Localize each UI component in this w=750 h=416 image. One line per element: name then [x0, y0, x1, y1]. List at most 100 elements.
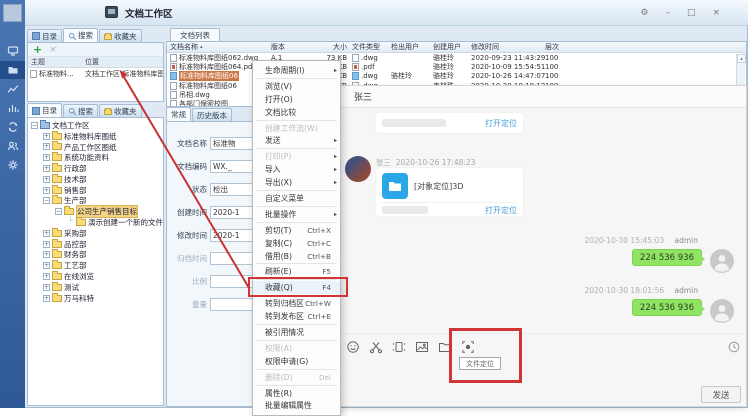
context-menu-item[interactable]: 收藏(Q) F4 — [253, 281, 340, 294]
context-menu-item[interactable] — [256, 295, 337, 296]
emoji-icon[interactable] — [346, 339, 360, 353]
tab-favorites[interactable]: 收藏夹 — [99, 29, 142, 42]
tree-expander-icon[interactable]: + — [43, 230, 50, 237]
file-locate-icon[interactable] — [461, 339, 475, 353]
trend-chart-icon[interactable] — [0, 80, 25, 98]
context-menu-item[interactable] — [256, 190, 337, 191]
context-menu-item[interactable] — [256, 263, 337, 264]
context-menu-item[interactable] — [256, 148, 337, 149]
tree-expander-icon[interactable]: + — [43, 251, 50, 258]
context-menu-item[interactable]: 权限申请(G) — [253, 355, 340, 368]
tree-item[interactable]: + 销售部 — [28, 185, 163, 196]
context-menu-item[interactable]: 打印(P) ▸ — [253, 150, 340, 163]
context-menu-item[interactable]: 复制(C) Ctrl+C — [253, 237, 340, 250]
history-clock-icon[interactable] — [728, 338, 740, 350]
context-menu-item[interactable] — [256, 78, 337, 79]
message-bubble[interactable]: 224 536 936 — [632, 299, 702, 316]
tree-item[interactable]: + 标准物料库图纸 — [28, 131, 163, 142]
context-menu-item[interactable] — [256, 369, 337, 370]
tab-directory[interactable]: 目录 — [27, 103, 62, 117]
tab-directory[interactable]: 目录 — [27, 29, 62, 42]
file-message-card[interactable]: [对象定位]3D 打开定位 — [376, 168, 523, 216]
close-button[interactable]: × — [712, 8, 720, 18]
tree-expander-icon[interactable]: + — [43, 133, 50, 140]
add-button[interactable]: + — [33, 45, 42, 55]
context-menu-item[interactable]: 浏览(V) — [253, 80, 340, 93]
tree-item[interactable]: + 系统功能资料 — [28, 152, 163, 163]
tree-expander-icon[interactable]: + — [43, 295, 50, 302]
context-menu-item[interactable]: 剪切(T) Ctrl+X — [253, 224, 340, 237]
tab-general[interactable]: 常规 — [166, 107, 191, 121]
send-button[interactable]: 发送 — [701, 386, 741, 403]
open-location-link[interactable]: 打开定位 — [485, 118, 517, 129]
context-menu-item[interactable]: 删除(D) Del — [253, 371, 340, 384]
context-menu-item[interactable]: 发送 ▸ — [253, 134, 340, 147]
tree-expander-icon[interactable]: └ — [67, 219, 74, 226]
tree-expander-icon[interactable]: + — [43, 143, 50, 150]
screenshot-scissors-icon[interactable] — [369, 339, 383, 353]
message-bubble[interactable]: 224 536 936 — [632, 249, 702, 266]
context-menu-item[interactable] — [256, 279, 337, 280]
open-location-link[interactable]: 打开定位 — [485, 205, 517, 216]
context-menu-item[interactable]: 批量编辑属性 — [253, 399, 340, 412]
context-menu-item[interactable]: 权限(A) — [253, 342, 340, 355]
sync-icon[interactable] — [0, 118, 25, 136]
tree-item[interactable]: + 万马科特 — [28, 293, 163, 304]
file-folder-icon[interactable] — [438, 339, 452, 353]
tree-expander-icon[interactable]: + — [43, 262, 50, 269]
tree-expander-icon[interactable]: + — [43, 165, 50, 172]
context-menu-item[interactable]: 创建工作流(W) — [253, 122, 340, 135]
context-menu-item[interactable]: 批量操作 ▸ — [253, 208, 340, 221]
search-result-row[interactable]: 标准物料... 文档工作区\标准物料库图 — [28, 68, 163, 80]
bar-chart-icon[interactable] — [0, 99, 25, 117]
delete-button[interactable]: × — [49, 45, 57, 55]
context-menu-item[interactable]: 文档比较 — [253, 106, 340, 119]
tree-item[interactable]: └ 演示创建一个新的文件夹 — [28, 217, 163, 228]
tree-expander-icon[interactable]: − — [31, 122, 38, 129]
context-menu-item[interactable]: 导出(X) ▸ — [253, 176, 340, 189]
tree-expander-icon[interactable]: + — [43, 187, 50, 194]
window-shake-icon[interactable] — [392, 339, 406, 353]
tree-item[interactable]: + 行政部 — [28, 163, 163, 174]
context-menu-item[interactable] — [256, 222, 337, 223]
context-menu-item[interactable] — [256, 206, 337, 207]
tree-expander-icon[interactable]: + — [43, 284, 50, 291]
context-menu-item[interactable]: 刷新(E) F5 — [253, 265, 340, 278]
context-menu-item[interactable]: 被引用情况 — [253, 326, 340, 339]
context-menu-item[interactable] — [256, 385, 337, 386]
tree-item[interactable]: + 技术部 — [28, 174, 163, 185]
tree-item[interactable]: − 公司生产销售目标 — [28, 206, 163, 217]
maximize-button[interactable]: □ — [687, 8, 696, 18]
context-menu-item[interactable] — [256, 340, 337, 341]
context-menu-item[interactable] — [256, 324, 337, 325]
tree-expander-icon[interactable]: + — [43, 273, 50, 280]
contacts-icon[interactable] — [0, 137, 25, 155]
tree-item[interactable]: + 测试 — [28, 282, 163, 293]
context-menu-item[interactable]: 导入 ▸ — [253, 163, 340, 176]
image-icon[interactable] — [415, 339, 429, 353]
tree-item[interactable]: + 产品工作区图纸 — [28, 142, 163, 153]
context-menu-item[interactable]: 打开(O) — [253, 93, 340, 106]
context-menu-item[interactable]: 属性(R) — [253, 387, 340, 400]
tab-document-list[interactable]: 文档列表 — [170, 28, 220, 42]
tree-item[interactable]: + 工艺部 — [28, 260, 163, 271]
tab-history[interactable]: 历史版本 — [192, 108, 232, 121]
tree-expander-icon[interactable]: + — [43, 176, 50, 183]
documents-icon[interactable] — [0, 61, 25, 79]
tree-expander-icon[interactable]: − — [43, 197, 50, 204]
context-menu-item[interactable]: 借用(B) Ctrl+B — [253, 250, 340, 263]
tree-expander-icon[interactable]: − — [55, 208, 62, 215]
tree-item[interactable]: − 文档工作区 — [28, 120, 163, 131]
tab-favorites[interactable]: 收藏夹 — [99, 104, 142, 117]
context-menu-item[interactable]: 自定义菜单 — [253, 192, 340, 205]
tab-search[interactable]: 搜索 — [63, 104, 98, 117]
tree-expander-icon[interactable]: + — [43, 241, 50, 248]
user-avatar[interactable] — [3, 4, 22, 22]
minimize-button[interactable]: – — [665, 8, 670, 18]
tree-item[interactable]: + 在线浏览 — [28, 271, 163, 282]
tab-search[interactable]: 搜索 — [63, 28, 98, 42]
context-menu-item[interactable]: 生命周期(I) ▸ — [253, 64, 340, 77]
monitor-icon[interactable] — [0, 42, 25, 60]
tree-item[interactable]: + 品控部 — [28, 239, 163, 250]
context-menu-item[interactable]: 转到归档区 Ctrl+W — [253, 297, 340, 310]
